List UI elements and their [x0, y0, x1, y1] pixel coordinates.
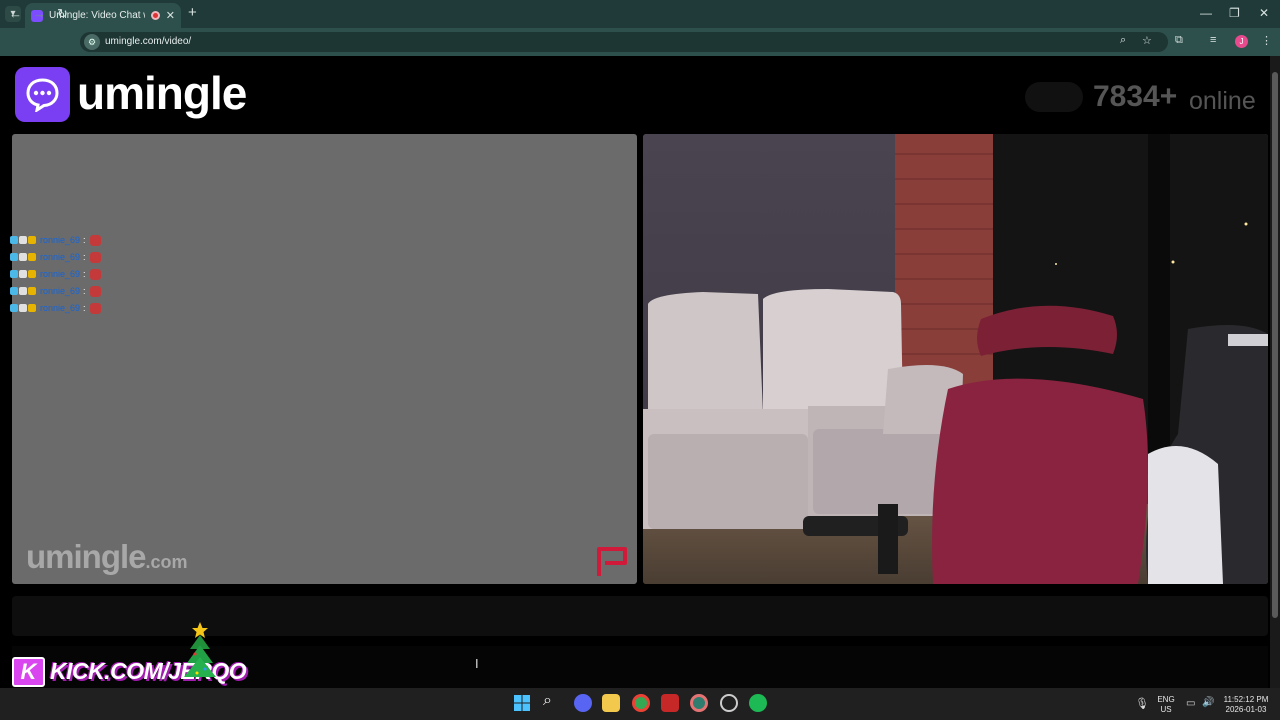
- kick-logo-icon: K: [12, 657, 45, 687]
- menu-kebab-icon[interactable]: ⋮: [1261, 34, 1272, 47]
- badge-icon: [28, 287, 36, 295]
- badge-icon: [10, 236, 18, 244]
- discord-taskbar-icon[interactable]: [574, 694, 592, 712]
- online-toggle[interactable]: [1025, 82, 1083, 112]
- online-count: 7834+: [1093, 80, 1178, 113]
- badge-icon: [10, 304, 18, 312]
- kick-stream-banner: K KICK.COM/JERQO: [12, 622, 247, 689]
- chat-separator: :: [83, 252, 86, 262]
- emote-icon: [89, 251, 101, 263]
- chat-username: ronnie_69: [40, 269, 81, 279]
- browser-tab-active[interactable]: Umingle: Video Chat with S ✕: [25, 3, 181, 28]
- badge-icon: [28, 304, 36, 312]
- taskbar-search-icon[interactable]: ⌕: [543, 692, 552, 710]
- chat-username: ronnie_69: [40, 235, 81, 245]
- badge-icon: [19, 236, 27, 244]
- chat-overlay-message: ronnie_69:: [10, 302, 101, 314]
- local-video-panel: [12, 134, 637, 584]
- close-window-button[interactable]: ✕: [1259, 6, 1269, 20]
- umingle-logo-icon[interactable]: [15, 67, 70, 122]
- app-taskbar-icon[interactable]: [661, 694, 679, 712]
- bookmark-star-icon[interactable]: ☆: [1142, 34, 1152, 47]
- badge-icon: [10, 287, 18, 295]
- microphone-icon[interactable]: 🎙: [1135, 697, 1149, 710]
- extensions-icon[interactable]: ⧉: [1175, 34, 1183, 47]
- new-tab-button[interactable]: +: [188, 5, 197, 20]
- zoom-icon[interactable]: ⌕: [1120, 34, 1126, 47]
- media-controls-icon[interactable]: ≡: [1210, 34, 1216, 46]
- chat-separator: :: [83, 269, 86, 279]
- badge-icon: [28, 253, 36, 261]
- badge-icon: [19, 287, 27, 295]
- chat-overlay-message: ronnie_69:: [10, 251, 101, 263]
- chat-separator: :: [83, 303, 86, 313]
- spotify-taskbar-icon[interactable]: [749, 694, 767, 712]
- site-logo-text[interactable]: umingle: [77, 66, 247, 120]
- chat-overlay-message: ronnie_69:: [10, 234, 101, 246]
- chat-username: ronnie_69: [40, 286, 81, 296]
- badge-icon: [28, 236, 36, 244]
- address-bar[interactable]: [80, 32, 1168, 52]
- restore-window-button[interactable]: ❐: [1229, 6, 1240, 20]
- chat-separator: :: [83, 286, 86, 296]
- clock[interactable]: 11:52:12 PM 2026-01-03: [1218, 695, 1274, 715]
- emote-icon: [89, 302, 101, 314]
- remote-video-panel: [643, 134, 1268, 584]
- chat-overlay-message: ronnie_69:: [10, 285, 101, 297]
- badge-icon: [10, 270, 18, 278]
- language-indicator[interactable]: ENG US: [1155, 695, 1177, 715]
- url-text[interactable]: umingle.com/video/: [105, 36, 191, 47]
- emote-icon: [89, 234, 101, 246]
- minimize-window-button[interactable]: —: [1200, 6, 1212, 20]
- chrome-profile-taskbar-icon[interactable]: [690, 694, 708, 712]
- tab-close-icon[interactable]: ✕: [166, 9, 175, 22]
- badge-icon: [10, 253, 18, 261]
- emote-icon: [89, 268, 101, 280]
- emote-icon: [89, 285, 101, 297]
- video-watermark: umingle.com: [26, 538, 188, 575]
- chat-overlay-message: ronnie_69:: [10, 268, 101, 280]
- forward-icon[interactable]: →: [33, 6, 46, 21]
- site-info-icon[interactable]: ⚙: [84, 34, 100, 50]
- back-icon[interactable]: ←: [9, 6, 22, 21]
- network-icon[interactable]: ▭: [1186, 698, 1195, 709]
- online-label: online: [1189, 87, 1256, 115]
- report-flag-icon[interactable]: [596, 546, 630, 578]
- obs-taskbar-icon[interactable]: [720, 694, 738, 712]
- profile-avatar[interactable]: J: [1235, 35, 1248, 48]
- christmas-tree-icon: [184, 622, 216, 677]
- badge-icon: [19, 253, 27, 261]
- reload-icon[interactable]: ↻: [57, 6, 68, 22]
- volume-icon[interactable]: 🔊: [1202, 697, 1214, 708]
- windows-start-icon[interactable]: [514, 695, 530, 711]
- recording-indicator-icon: [150, 11, 160, 20]
- chat-separator: :: [83, 235, 86, 245]
- badge-icon: [28, 270, 36, 278]
- badge-icon: [19, 304, 27, 312]
- chat-username: ronnie_69: [40, 252, 81, 262]
- text-cursor-icon: I: [475, 656, 479, 671]
- badge-icon: [19, 270, 27, 278]
- file-explorer-taskbar-icon[interactable]: [602, 694, 620, 712]
- scrollbar-thumb[interactable]: [1272, 72, 1278, 618]
- chrome-taskbar-icon[interactable]: [632, 694, 650, 712]
- chat-username: ronnie_69: [40, 303, 81, 313]
